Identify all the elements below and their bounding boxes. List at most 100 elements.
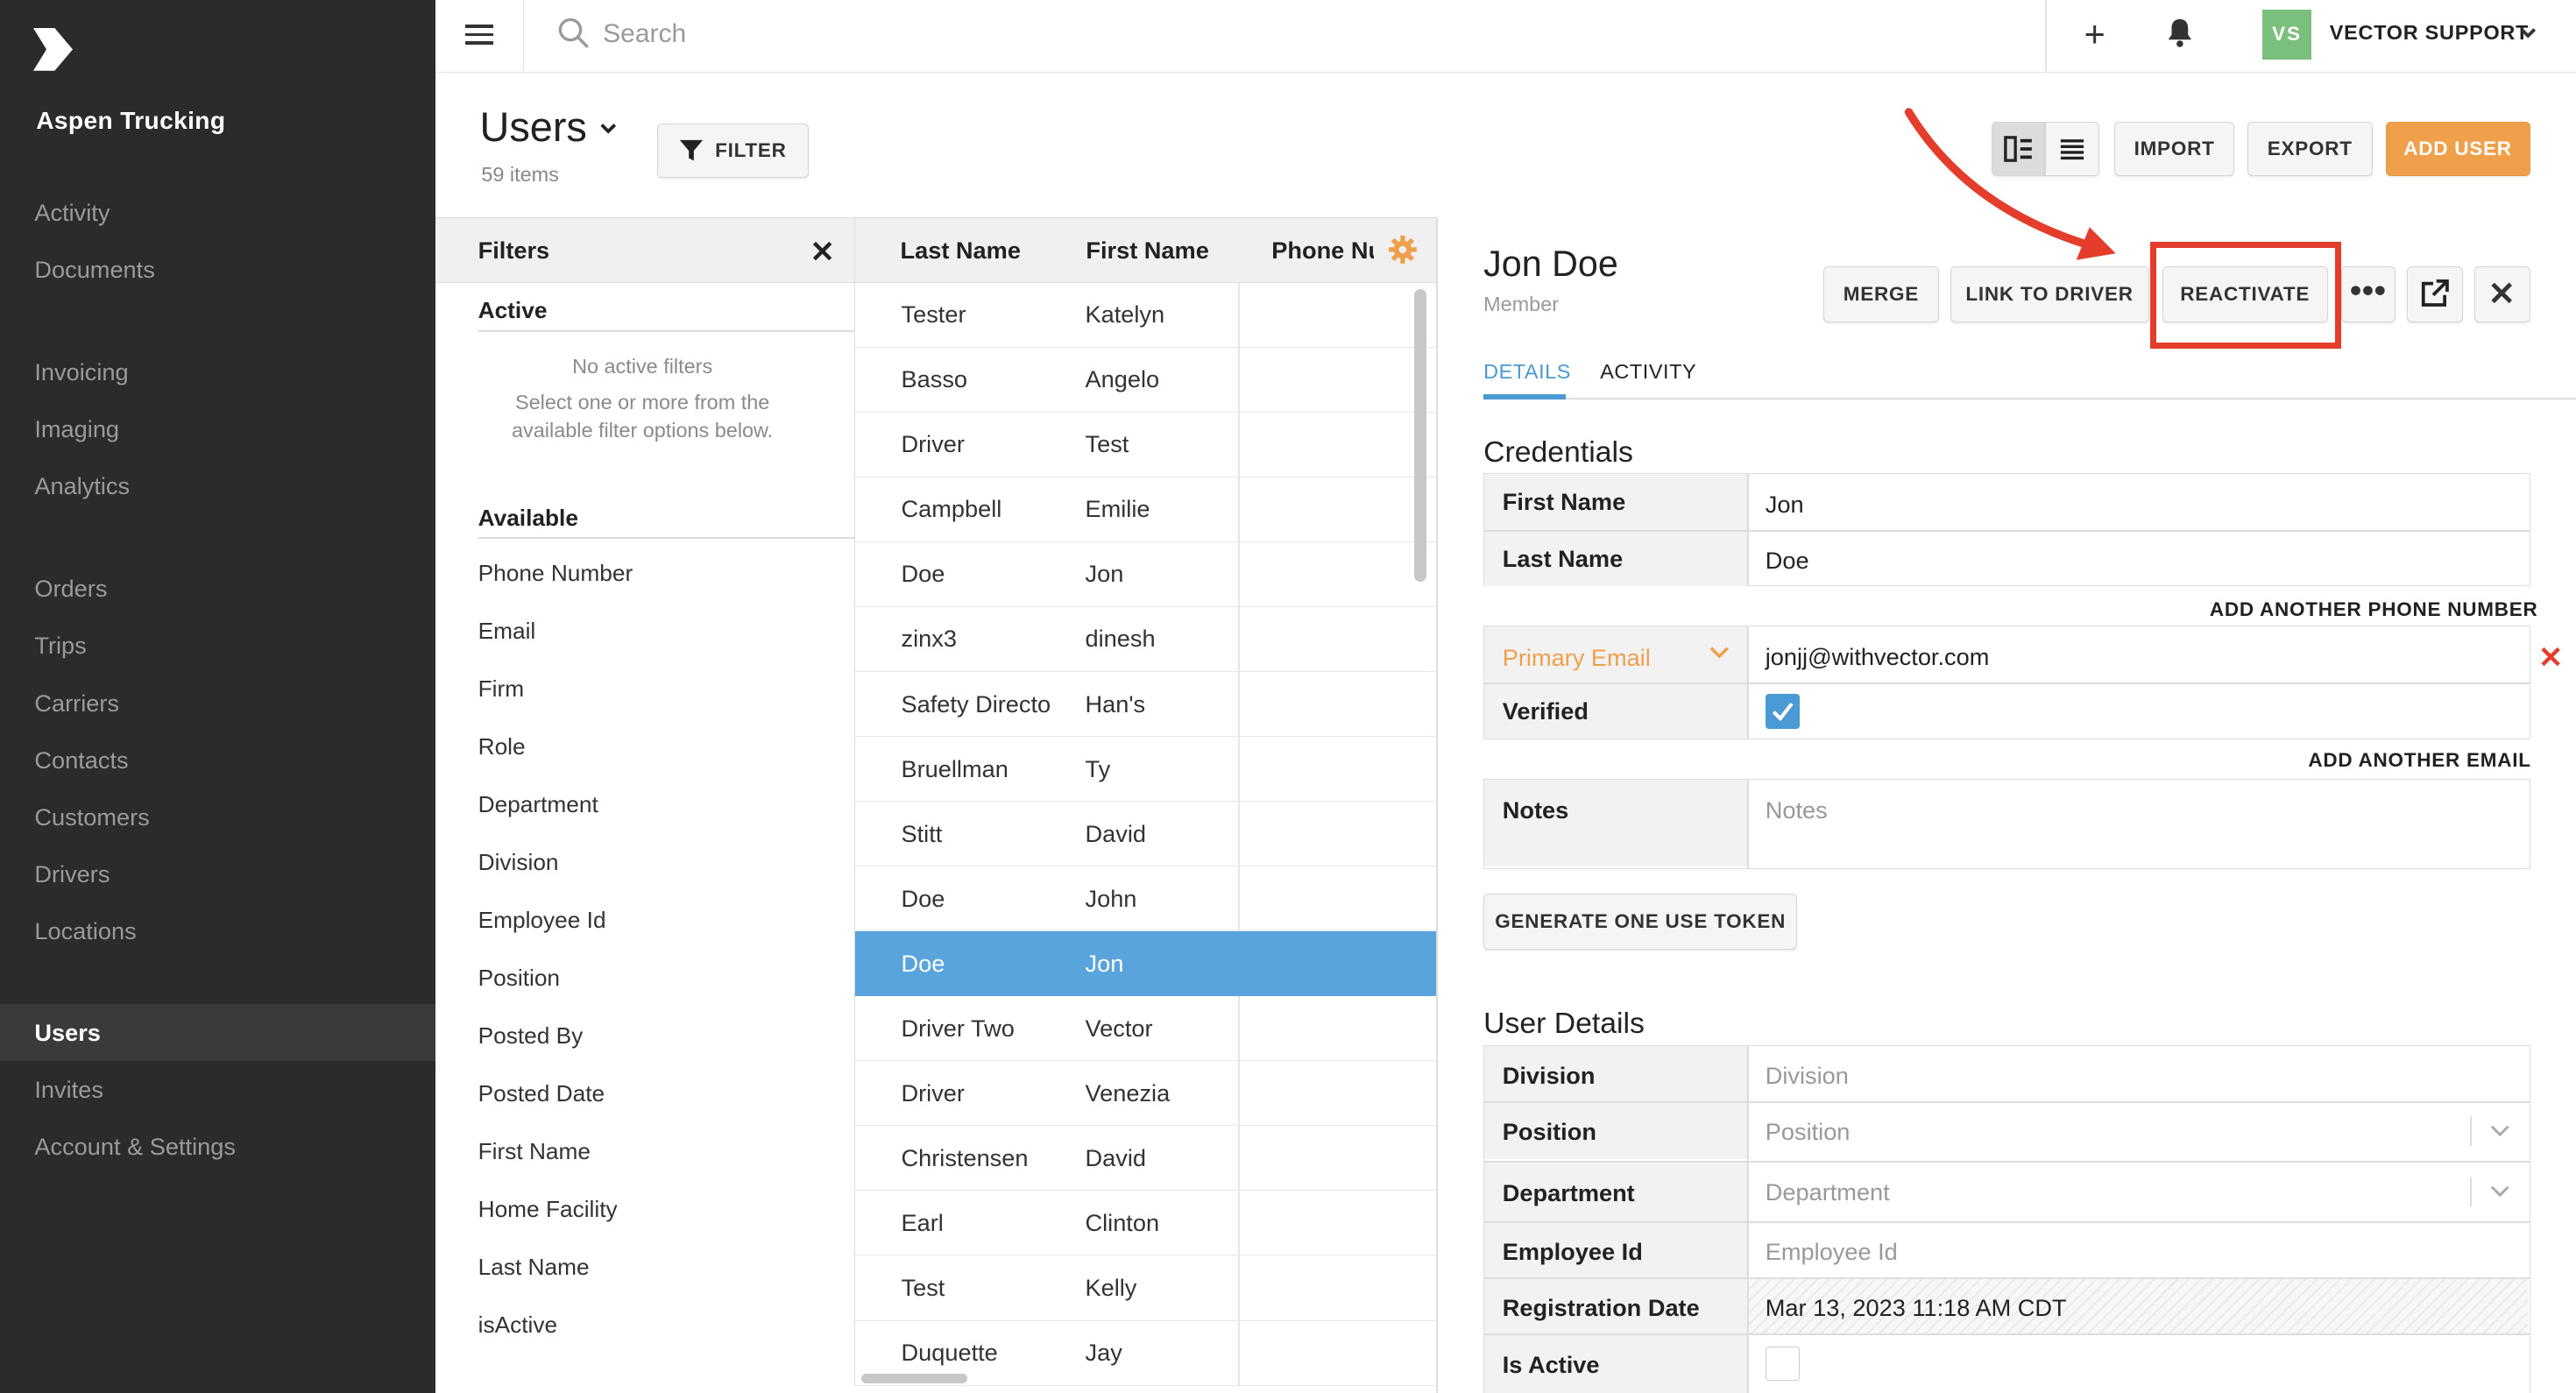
first-name-field[interactable]: Jon (1766, 491, 1804, 519)
sidebar-item-users[interactable]: Users (0, 1003, 435, 1062)
filter-option[interactable]: Last Name (478, 1254, 590, 1281)
divider (2470, 1116, 2472, 1146)
filter-option[interactable]: Posted Date (478, 1080, 605, 1107)
sidebar-item-imaging[interactable]: Imaging (0, 400, 435, 458)
first-name-cell: Clinton (1085, 1209, 1160, 1236)
user-name[interactable]: VECTOR SUPPORT (2330, 21, 2529, 45)
sidebar-item-carriers[interactable]: Carriers (0, 675, 435, 732)
first-name-label: First Name (1484, 474, 1748, 530)
page-title[interactable]: Users (480, 103, 587, 151)
filter-option[interactable]: Role (478, 733, 526, 760)
filter-option[interactable]: Posted By (478, 1022, 584, 1050)
last-name-cell: Doe (901, 949, 945, 977)
add-email-link[interactable]: ADD ANOTHER EMAIL (2308, 749, 2530, 772)
table-row[interactable]: Campbell Emilie (854, 477, 1436, 542)
chevron-down-icon[interactable] (1709, 645, 1730, 661)
export-button[interactable]: EXPORT (2247, 121, 2373, 176)
table-row[interactable]: Driver Two Vector (854, 996, 1436, 1062)
sidebar-item-invoicing[interactable]: Invoicing (0, 343, 435, 401)
table-row[interactable]: Tester Katelyn (854, 282, 1436, 348)
position-select[interactable]: Position (1766, 1118, 1851, 1146)
registration-date-label: Registration Date (1484, 1278, 1748, 1333)
column-header-phone[interactable]: Phone Nu (1271, 237, 1373, 265)
more-options-button[interactable]: ••• (2340, 265, 2396, 322)
department-select[interactable]: Department (1766, 1178, 1890, 1206)
sidebar-item-orders[interactable]: Orders (0, 560, 435, 618)
open-external-button[interactable] (2406, 265, 2463, 322)
remove-email-icon[interactable]: ✕ (2538, 640, 2563, 675)
is-active-checkbox[interactable] (1765, 1346, 1801, 1381)
email-field[interactable]: jonjj@withvector.com (1766, 643, 1990, 671)
link-to-driver-button[interactable]: LINK TO DRIVER (1950, 265, 2149, 322)
table-row[interactable]: Safety Directo Han's (854, 671, 1436, 737)
table-row[interactable]: Driver Test (854, 412, 1436, 477)
sidebar-item-customers[interactable]: Customers (0, 788, 435, 846)
generate-token-button[interactable]: GENERATE ONE USE TOKEN (1483, 894, 1798, 950)
table-row[interactable]: Test Kelly (854, 1255, 1436, 1321)
first-name-cell: Angelo (1085, 365, 1160, 393)
bell-icon[interactable] (2165, 17, 2195, 50)
table-row[interactable]: zinx3 dinesh (854, 606, 1436, 672)
divider (2045, 0, 2048, 73)
sidebar-item-drivers[interactable]: Drivers (0, 845, 435, 903)
sidebar-item-contacts[interactable]: Contacts (0, 732, 435, 789)
external-link-icon (2421, 279, 2449, 307)
table-row[interactable]: Doe Jon (854, 931, 1436, 997)
logo-icon[interactable] (32, 27, 73, 71)
table-row[interactable]: Basso Angelo (854, 347, 1436, 413)
filter-option[interactable]: Department (478, 791, 598, 818)
add-phone-link[interactable]: ADD ANOTHER PHONE NUMBER (2210, 598, 2538, 621)
verified-checkbox[interactable] (1765, 694, 1801, 729)
filter-option[interactable]: Home Facility (478, 1196, 618, 1223)
merge-button[interactable]: MERGE (1823, 265, 1939, 322)
filter-option[interactable]: Firm (478, 675, 524, 703)
vertical-scrollbar[interactable] (1414, 289, 1426, 582)
first-name-cell: John (1085, 884, 1137, 912)
sidebar-item-locations[interactable]: Locations (0, 902, 435, 960)
divider (1483, 397, 2576, 400)
sidebar-item-analytics[interactable]: Analytics (0, 457, 435, 515)
table-row[interactable]: Bruellman Ty (854, 736, 1436, 802)
employee-id-field[interactable]: Employee Id (1766, 1238, 1898, 1266)
close-detail-button[interactable]: ✕ (2473, 265, 2530, 322)
column-header-last-name[interactable]: Last Name (901, 237, 1021, 265)
gear-icon[interactable] (1388, 235, 1418, 265)
close-icon[interactable]: ✕ (810, 235, 834, 270)
chevron-down-icon[interactable] (2518, 23, 2538, 43)
sidebar-item-invites[interactable]: Invites (0, 1061, 435, 1119)
filter-option[interactable]: First Name (478, 1138, 591, 1165)
add-icon[interactable]: + (2070, 14, 2120, 58)
division-field[interactable]: Division (1766, 1062, 1849, 1090)
chevron-down-icon[interactable] (2490, 1184, 2510, 1200)
horizontal-scrollbar[interactable] (860, 1373, 968, 1383)
add-user-button[interactable]: ADD USER (2385, 121, 2530, 176)
last-name-field[interactable]: Doe (1766, 547, 1809, 575)
menu-icon[interactable] (435, 0, 525, 73)
filter-option[interactable]: Position (478, 965, 560, 992)
table-row[interactable]: Stitt David (854, 802, 1436, 867)
table-row[interactable]: Earl Clinton (854, 1191, 1436, 1256)
filter-option[interactable]: Email (478, 618, 536, 645)
filter-option[interactable]: Employee Id (478, 907, 606, 934)
sidebar-item-documents[interactable]: Documents (0, 241, 435, 299)
table-row[interactable]: Driver Venezia (854, 1061, 1436, 1127)
table-row[interactable]: Doe John (854, 866, 1436, 932)
avatar[interactable]: VS (2261, 10, 2312, 60)
filter-option[interactable]: Division (478, 849, 559, 876)
search-input[interactable] (603, 16, 1425, 53)
tab-details[interactable]: DETAILS (1483, 360, 1571, 384)
notes-field[interactable]: Notes (1766, 796, 1828, 824)
table-row[interactable]: Doe Jon (854, 541, 1436, 607)
sidebar-item-trips[interactable]: Trips (0, 617, 435, 675)
sidebar-item-account-settings[interactable]: Account & Settings (0, 1118, 435, 1176)
last-name-cell: Driver (901, 430, 965, 458)
table-row[interactable]: Christensen David (854, 1126, 1436, 1191)
tab-activity[interactable]: ACTIVITY (1600, 360, 1696, 384)
chevron-down-icon[interactable] (598, 118, 619, 138)
column-header-first-name[interactable]: First Name (1086, 237, 1208, 265)
email-type-select[interactable]: Primary Email (1484, 626, 1748, 683)
chevron-down-icon[interactable] (2490, 1123, 2510, 1140)
filter-option[interactable]: isActive (478, 1312, 557, 1339)
sidebar-item-activity[interactable]: Activity (0, 184, 435, 242)
filter-option[interactable]: Phone Number (478, 560, 633, 587)
